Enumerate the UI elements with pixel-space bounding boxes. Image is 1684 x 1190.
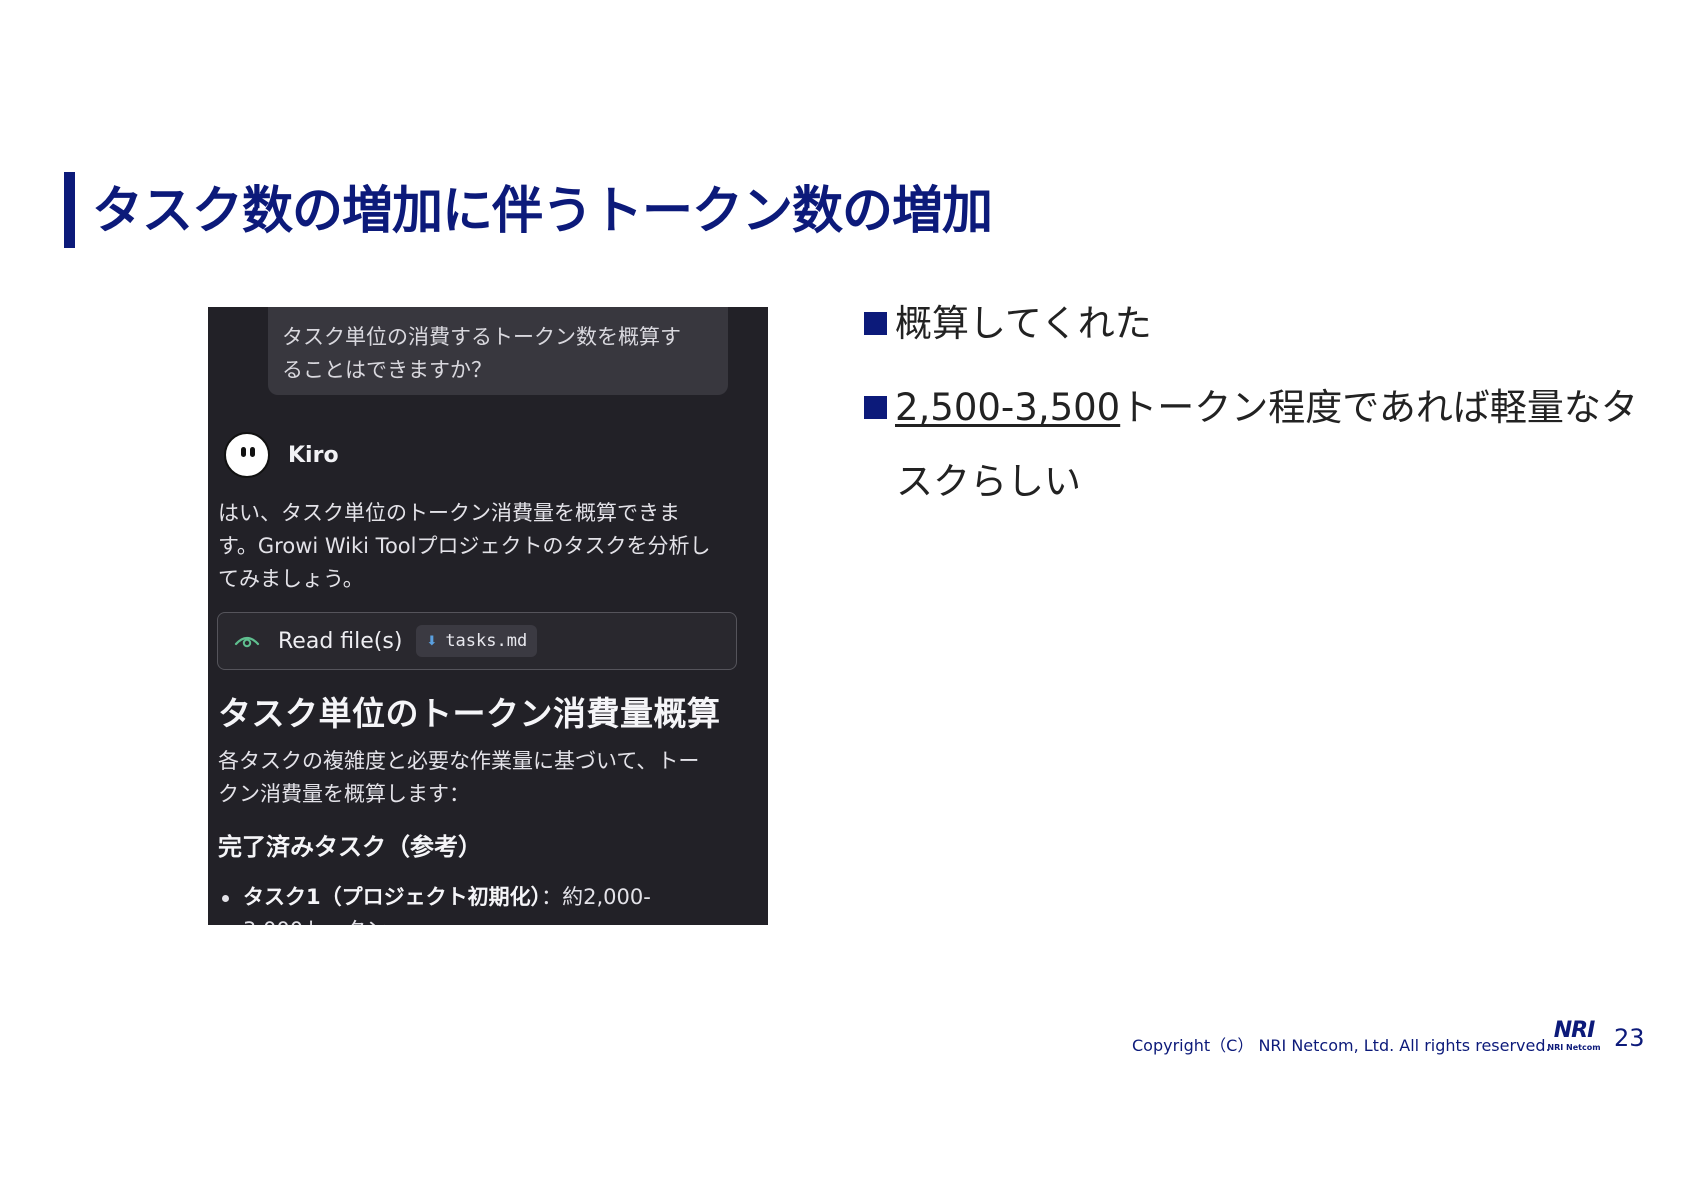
slide-title: タスク数の増加に伴うトークン数の増加 [92,182,993,241]
square-bullet-icon [864,396,887,419]
reply-line: はい、タスク単位のトークン消費量を概算できま [218,501,680,525]
file-name: tasks.md [445,631,528,651]
bullet-item-1: 概算してくれた [864,287,1152,361]
title-accent-bar [64,172,75,248]
list-item: タスク1（プロジェクト初期化）：約2,000- [222,881,651,914]
eye-icon [234,631,260,651]
bullet-item-2-continuation: スクらしい [896,460,1081,503]
reply-line: す。Growi Wiki Toolプロジェクトのタスクを分析し [218,534,711,558]
read-file-tool-card[interactable]: Read file(s) ⬇ tasks.md [217,612,737,670]
sub-heading: 完了済みタスク（参考） [218,833,482,861]
list-item-continuation: 3,000トークン [243,914,387,925]
copyright-text: Copyright（C） NRI Netcom, Ltd. All rights… [1132,1036,1551,1055]
download-arrow-icon: ⬇ [426,633,438,649]
square-bullet-icon [864,312,887,335]
user-message-bubble: タスク単位の消費するトークン数を概算す ることはできますか？ [268,307,728,395]
section-paragraph: 各タスクの複雑度と必要な作業量に基づいて、トー クン消費量を概算します： [218,745,758,811]
assistant-reply: はい、タスク単位のトークン消費量を概算できま す。Growi Wiki Tool… [218,497,758,596]
slide: タスク数の増加に伴うトークン数の増加 タスク単位の消費するトークン数を概算す る… [0,0,1684,1190]
reply-line: てみましょう。 [218,567,364,591]
section-line: 各タスクの複雑度と必要な作業量に基づいて、トー [218,749,700,773]
nri-netcom-logo: NRI NRI Netcom [1546,1020,1602,1056]
list-item-text: ：約2,000- [541,885,651,909]
read-file-label: Read file(s) [278,628,403,654]
logo-sub-text: NRI Netcom [1547,1043,1601,1052]
user-message-line: ることはできますか？ [282,358,492,382]
logo-main-text: NRI [1553,1018,1596,1043]
assistant-name: Kiro [288,442,339,468]
section-heading: タスク単位のトークン消費量概算 [218,694,721,733]
assistant-header: Kiro [224,432,339,478]
bullet-text: トークン程度であれば軽量なタ [1120,386,1638,429]
chat-screenshot: タスク単位の消費するトークン数を概算す ることはできますか？ Kiro はい、タ… [208,307,768,925]
kiro-avatar-icon [224,432,270,478]
file-chip[interactable]: ⬇ tasks.md [416,625,538,657]
bullet-text: 概算してくれた [895,302,1152,345]
bullet-underlined-text: 2,500-3,500 [895,386,1121,429]
page-number: 23 [1614,1024,1645,1052]
section-line: クン消費量を概算します： [218,782,470,806]
list-item-strong: タスク1（プロジェクト初期化） [243,885,542,909]
bullet-item-2: 2,500-3,500トークン程度であれば軽量なタ [864,371,1638,445]
bullet-dot [222,894,229,902]
user-message-line: タスク単位の消費するトークン数を概算す [282,325,681,349]
